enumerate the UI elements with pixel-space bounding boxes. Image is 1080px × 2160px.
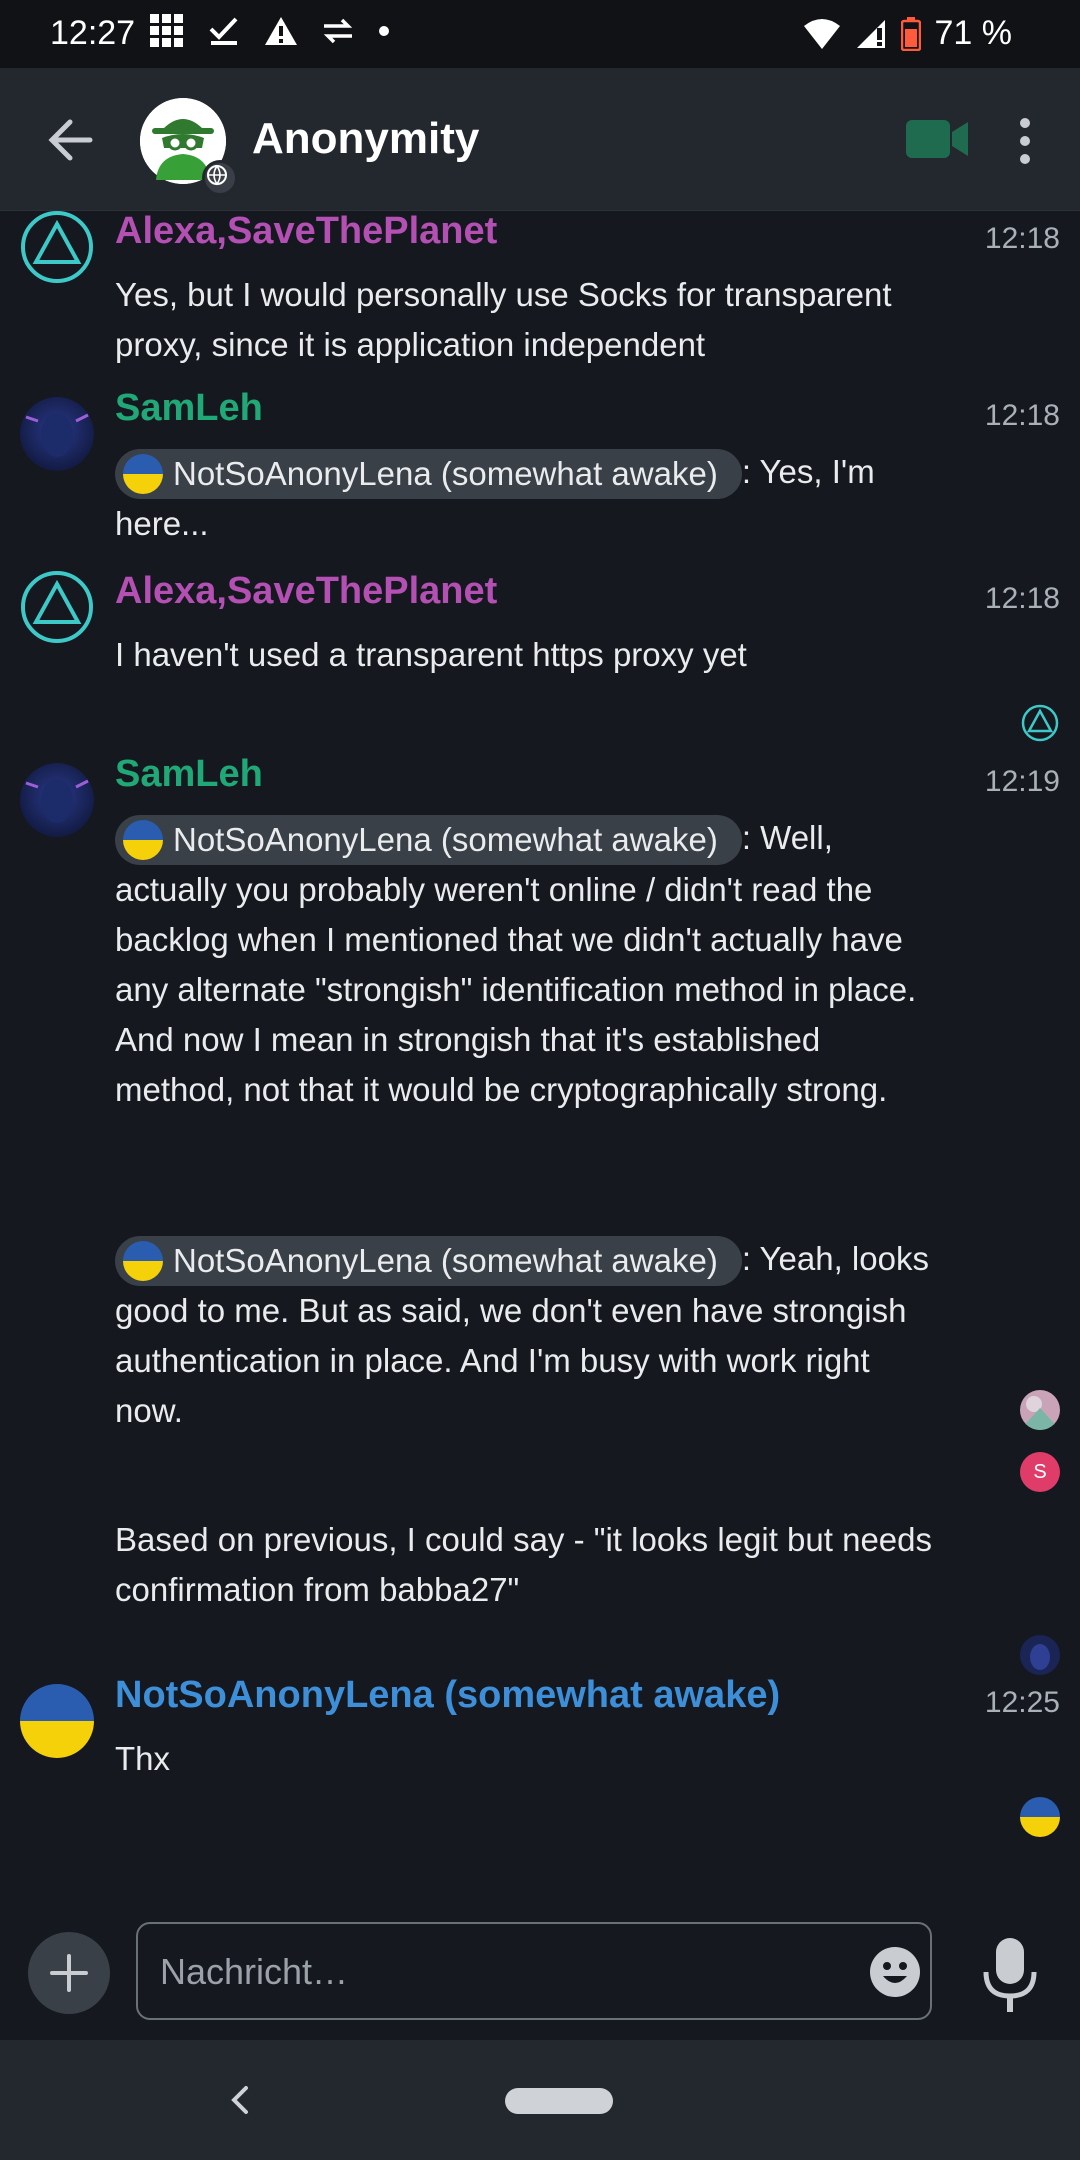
message-input-box[interactable]: [136, 1922, 932, 2020]
receipt-letter: S: [1033, 1461, 1047, 1483]
more-options-icon[interactable]: [1008, 114, 1042, 168]
video-call-icon[interactable]: [906, 118, 968, 160]
microphone-icon[interactable]: [980, 1936, 1040, 2016]
plus-icon: [50, 1954, 88, 1992]
battery-icon: [900, 16, 921, 51]
message-text: Yes, but I would personally use Socks fo…: [115, 276, 892, 363]
read-receipt-avatar[interactable]: [1020, 1390, 1060, 1430]
sender-name[interactable]: Alexa,SaveThePlanet: [115, 210, 497, 253]
dot-icon: [379, 26, 389, 36]
signal-icon: [856, 19, 885, 48]
lena-avatar[interactable]: [20, 1684, 94, 1758]
read-receipt-lena[interactable]: [1020, 1797, 1060, 1837]
warning-icon: [265, 17, 297, 45]
status-time: 12:27: [50, 14, 136, 52]
mention-text: NotSoAnonyLena (somewhat awake): [173, 1242, 718, 1280]
alexa-avatar[interactable]: [20, 210, 94, 284]
message-text: NotSoAnonyLena (somewhat awake) : Yes, I…: [115, 447, 945, 549]
wifi-icon: [803, 18, 840, 49]
alexa-avatar[interactable]: [20, 570, 94, 644]
ukraine-flag-icon: [123, 454, 163, 495]
read-receipt-s[interactable]: S: [1020, 1452, 1060, 1492]
timestamp: 12:19: [984, 765, 1060, 798]
attach-button[interactable]: [28, 1932, 110, 2014]
sender-name[interactable]: SamLeh: [115, 753, 263, 796]
read-receipt-alexa[interactable]: [1020, 703, 1060, 743]
sender-name[interactable]: SamLeh: [115, 387, 263, 430]
message-text: Thx: [115, 1740, 171, 1777]
samleh-avatar[interactable]: [20, 397, 94, 471]
samleh-avatar[interactable]: [20, 763, 94, 837]
room-header: Anonymity: [0, 68, 1080, 211]
status-bar: 12:27 71 %: [0, 0, 1080, 68]
timestamp: 12:18: [984, 399, 1060, 432]
grid-icon: [150, 14, 183, 47]
message-text: I haven't used a transparent https proxy…: [115, 636, 747, 673]
ukraine-flag-icon: [123, 820, 163, 861]
message-composer: [0, 1910, 1080, 2040]
sender-name[interactable]: NotSoAnonyLena (somewhat awake): [115, 1674, 780, 1717]
mention-text: NotSoAnonyLena (somewhat awake): [173, 455, 718, 493]
message-text: NotSoAnonyLena (somewhat awake) : Yeah, …: [115, 1234, 945, 1436]
room-title[interactable]: Anonymity: [252, 114, 479, 164]
emoji-icon[interactable]: [869, 1946, 921, 1998]
message-input[interactable]: [158, 1946, 822, 1998]
message-text: Based on previous, I could say - "it loo…: [115, 1521, 933, 1608]
timestamp: 12:25: [984, 1686, 1060, 1719]
read-receipt-samleh[interactable]: [1020, 1635, 1060, 1675]
message-text: NotSoAnonyLena (somewhat awake) : Well, …: [115, 813, 945, 1115]
back-arrow-icon[interactable]: [40, 108, 104, 172]
message-timeline[interactable]: Alexa,SaveThePlanet 12:18 Yes, but I wou…: [0, 210, 1080, 1910]
data-transfer-icon: [323, 18, 353, 44]
battery-percent: 71 %: [934, 14, 1013, 52]
user-mention-pill[interactable]: NotSoAnonyLena (somewhat awake): [115, 1236, 742, 1287]
mention-text: NotSoAnonyLena (somewhat awake): [173, 821, 718, 859]
checklist-icon: [209, 17, 238, 45]
timestamp: 12:18: [984, 582, 1060, 615]
room-avatar[interactable]: [140, 98, 238, 196]
home-pill[interactable]: [505, 2088, 613, 2114]
nav-back-icon[interactable]: [220, 2080, 260, 2120]
globe-icon: [202, 160, 238, 196]
user-mention-pill[interactable]: NotSoAnonyLena (somewhat awake): [115, 815, 742, 866]
system-navigation-bar: [0, 2040, 1080, 2160]
notification-icons: [150, 14, 390, 48]
sender-name[interactable]: Alexa,SaveThePlanet: [115, 570, 497, 613]
timestamp: 12:18: [984, 222, 1060, 255]
ukraine-flag-icon: [123, 1241, 163, 1282]
system-icons: 71 %: [803, 14, 1013, 53]
user-mention-pill[interactable]: NotSoAnonyLena (somewhat awake): [115, 449, 742, 500]
